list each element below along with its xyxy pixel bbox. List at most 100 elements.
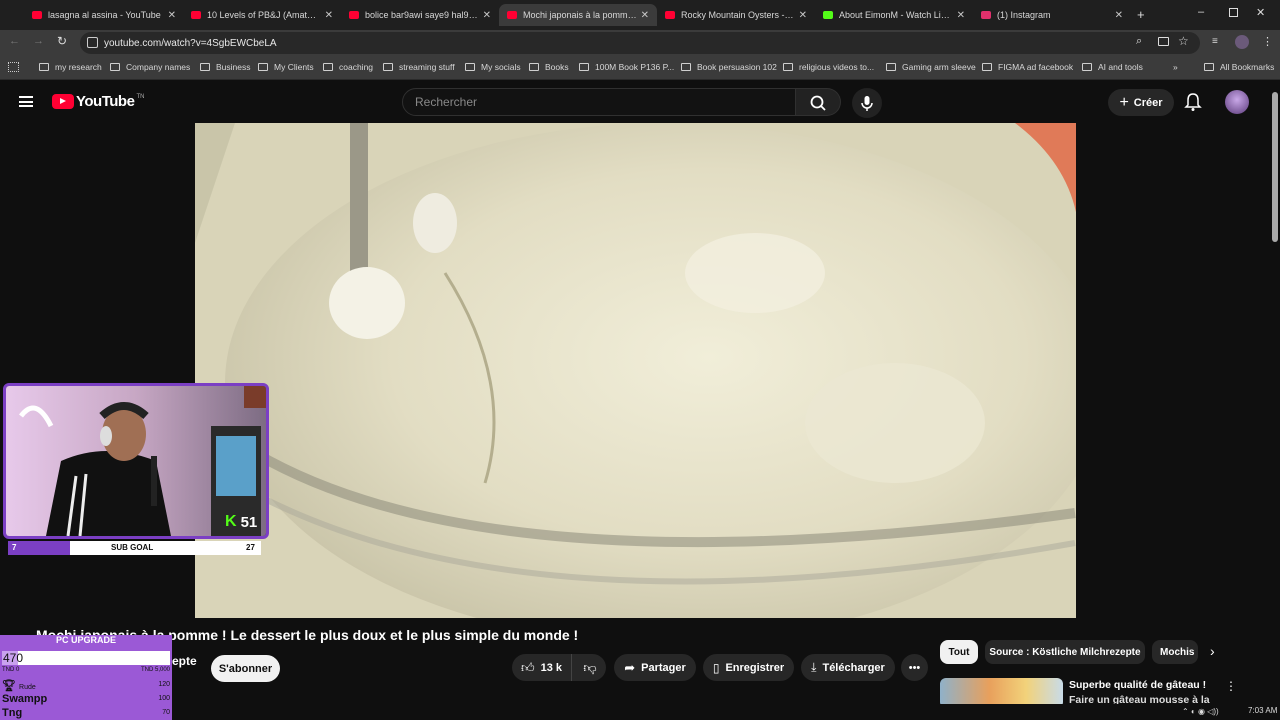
bookmark-star-icon[interactable]: ☆ xyxy=(1178,34,1189,48)
video-frame xyxy=(195,123,1076,618)
chip-all[interactable]: Tout xyxy=(940,640,978,664)
leader-amount: 100 xyxy=(158,695,170,702)
chip-mochis[interactable]: Mochis xyxy=(1152,640,1198,664)
close-tab-icon[interactable]: ✕ xyxy=(1115,10,1123,21)
tab-1[interactable]: 10 Levels of PB&J (Amateur to... ✕ xyxy=(183,4,341,26)
youtube-favicon-icon xyxy=(507,11,517,19)
bookmark-folder[interactable]: Business xyxy=(200,62,251,72)
video-player[interactable] xyxy=(195,123,1076,618)
suggested-video-title[interactable]: Superbe qualité de gâteau ! xyxy=(1069,679,1206,691)
tab-2[interactable]: bolice bar9awi saye9 hal9a - Yo... ✕ xyxy=(341,4,499,26)
bookmark-folder[interactable]: Gaming arm sleeve xyxy=(886,62,976,72)
tab-4[interactable]: Rocky Mountain Oysters - YouT... ✕ xyxy=(657,4,815,26)
tab-6[interactable]: (1) Instagram ✕ xyxy=(973,4,1131,26)
chevron-right-icon[interactable]: › xyxy=(1210,643,1215,659)
suggestion-menu-icon[interactable]: ⋮ xyxy=(1225,679,1237,693)
folder-icon xyxy=(258,63,268,71)
bookmark-label: Gaming arm sleeve xyxy=(902,62,976,72)
bookmark-label: Book persuasion 102 xyxy=(697,62,777,72)
leaderboard-row: Tng 70 xyxy=(2,707,170,719)
apps-grid-icon[interactable] xyxy=(8,62,19,72)
bookmark-folder[interactable]: My Clients xyxy=(258,62,314,72)
subscribe-button[interactable]: S'abonner xyxy=(211,655,280,682)
bookmark-folder[interactable]: My socials xyxy=(465,62,521,72)
browser-menu-icon[interactable]: ⋮ xyxy=(1262,35,1273,48)
share-button[interactable]: ➦ Partager xyxy=(614,654,696,681)
page-scrollbar-thumb[interactable] xyxy=(1272,92,1278,242)
bookmarks-overflow-icon[interactable]: » xyxy=(1173,62,1178,72)
new-tab-icon[interactable]: + xyxy=(1137,7,1145,22)
close-tab-icon[interactable]: ✕ xyxy=(641,10,649,21)
dislike-button[interactable]: 👎︎ xyxy=(574,654,606,681)
bookmark-label: coaching xyxy=(339,62,374,72)
bookmark-folder[interactable]: streaming stuff xyxy=(383,62,455,72)
bookmark-label: religious videos to... xyxy=(799,62,875,72)
bookmark-label: Books xyxy=(545,62,569,72)
create-button[interactable]: + Créer xyxy=(1108,89,1174,116)
bookmark-folder[interactable]: Book persuasion 102 xyxy=(681,62,777,72)
close-tab-icon[interactable]: ✕ xyxy=(799,10,807,21)
zoom-icon[interactable]: ⌕ xyxy=(1136,35,1142,48)
profile-avatar[interactable] xyxy=(1235,35,1249,49)
thumbs-up-icon: 👍︎ xyxy=(520,659,535,675)
search-placeholder: Rechercher xyxy=(415,95,478,109)
search-button[interactable] xyxy=(796,88,841,116)
search-input[interactable]: Rechercher xyxy=(402,88,796,116)
bookmark-folder[interactable]: 100M Book P136 P... xyxy=(579,62,674,72)
back-arrow-icon[interactable]: ← xyxy=(9,35,20,47)
tab-label: lasagna al assina - YouTube xyxy=(48,10,161,20)
folder-icon xyxy=(529,63,539,71)
tab-5[interactable]: About EimonM - Watch Live on... ✕ xyxy=(815,4,973,26)
folder-icon xyxy=(110,63,120,71)
like-button[interactable]: 👍︎ 13 k xyxy=(512,654,572,681)
tab-3-active[interactable]: Mochi japonais à la pomme ! Le... ✕ xyxy=(499,4,657,26)
bookmark-folder[interactable]: Books xyxy=(529,62,569,72)
bookmark-folder[interactable]: coaching xyxy=(323,62,373,72)
account-avatar[interactable] xyxy=(1225,90,1249,114)
reload-icon[interactable]: ↻ xyxy=(57,34,67,48)
site-info-icon[interactable] xyxy=(87,37,98,48)
close-tab-icon[interactable]: ✕ xyxy=(483,10,491,21)
cast-icon[interactable] xyxy=(1158,37,1169,46)
window-close-icon[interactable]: ✕ xyxy=(1256,6,1265,19)
more-horizontal-icon: ••• xyxy=(908,661,921,674)
save-button[interactable]: ▯ Enregistrer xyxy=(703,654,794,681)
chip-source[interactable]: Source : Köstliche Milchrezepte xyxy=(985,640,1145,664)
address-bar[interactable]: youtube.com/watch?v=4SgbEWCbeLA ⌕ ☆ xyxy=(80,32,1200,54)
leader-name: Tng xyxy=(2,707,23,719)
minimize-icon[interactable]: – xyxy=(1198,6,1204,18)
bookmark-folder[interactable]: religious videos to... xyxy=(783,62,874,72)
like-count: 13 k xyxy=(540,661,562,674)
close-tab-icon[interactable]: ✕ xyxy=(957,10,965,21)
download-icon: ⤓ xyxy=(811,660,817,674)
notifications-bell-icon[interactable] xyxy=(1184,92,1202,112)
extensions-icon[interactable]: ≡ xyxy=(1212,36,1218,47)
download-button[interactable]: ⤓ Télécharger xyxy=(801,654,895,681)
bookmark-folder[interactable]: AI and tools xyxy=(1082,62,1143,72)
close-tab-icon[interactable]: ✕ xyxy=(168,10,176,21)
bookmark-folder[interactable]: FIGMA ad facebook xyxy=(982,62,1073,72)
more-actions-button[interactable]: ••• xyxy=(901,654,928,681)
tab-0[interactable]: lasagna al assina - YouTube ✕ xyxy=(24,4,184,26)
bookmark-label: My Clients xyxy=(274,62,314,72)
bookmark-label: 100M Book P136 P... xyxy=(595,62,675,72)
forward-arrow-icon[interactable]: → xyxy=(33,35,44,47)
channel-name[interactable]: epte xyxy=(172,654,197,668)
folder-icon xyxy=(465,63,475,71)
voice-search-button[interactable] xyxy=(852,88,882,118)
browser-toolbar: ← → ↻ youtube.com/watch?v=4SgbEWCbeLA ⌕ … xyxy=(0,30,1280,56)
all-bookmarks-folder[interactable]: All Bookmarks xyxy=(1204,62,1274,72)
hamburger-menu-icon[interactable] xyxy=(19,96,33,107)
close-tab-icon[interactable]: ✕ xyxy=(325,10,333,21)
maximize-icon[interactable] xyxy=(1229,8,1238,17)
folder-icon xyxy=(200,63,210,71)
tray-icons[interactable]: ⌃ ◐ ◉ ◁)) xyxy=(1182,707,1219,716)
youtube-logo[interactable]: YouTube TN xyxy=(52,93,144,110)
folder-icon xyxy=(579,63,589,71)
leader-amount: 120 xyxy=(158,681,170,688)
bookmark-folder[interactable]: Company names xyxy=(110,62,190,72)
play-logo-icon xyxy=(52,94,74,109)
bookmark-folder[interactable]: my research xyxy=(39,62,102,72)
kick-logo-icon: K xyxy=(225,513,237,530)
region-code: TN xyxy=(136,93,145,100)
